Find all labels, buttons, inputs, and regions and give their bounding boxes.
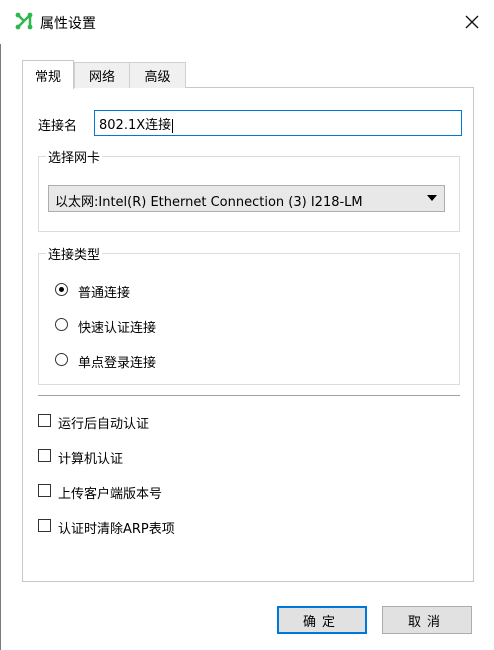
radio-dot (59, 287, 64, 292)
triangle-down-icon (427, 195, 437, 201)
nic-selected-value: 以太网:Intel(R) Ethernet Connection (3) I21… (55, 195, 363, 210)
properties-dialog: 属性设置 常规 网络 高级 连接名 802.1X连接 选择网卡 以太网:Inte… (0, 0, 494, 650)
checkbox-label: 上传客户端版本号 (58, 487, 163, 502)
connection-name-label: 连接名 (38, 119, 78, 134)
connection-name-value: 802.1X连接 (99, 118, 172, 133)
window-border (0, 44, 1, 650)
nic-group-title: 选择网卡 (46, 147, 103, 166)
radio-label: 普通连接 (78, 286, 131, 301)
ok-button-label: 确定 (302, 614, 341, 630)
separator-line (38, 395, 460, 396)
tab-network[interactable]: 网络 (74, 62, 130, 88)
network-nodes-icon (14, 12, 34, 30)
nic-select[interactable]: 以太网:Intel(R) Ethernet Connection (3) I21… (48, 185, 445, 212)
checkbox[interactable] (38, 449, 51, 462)
radio-label: 快速认证连接 (78, 321, 157, 336)
cancel-button-label: 取消 (407, 614, 446, 630)
checkbox[interactable] (38, 519, 51, 532)
cancel-button[interactable]: 取消 (382, 606, 472, 634)
radio-button[interactable] (55, 318, 68, 331)
ok-button[interactable]: 确定 (277, 606, 367, 634)
window-title: 属性设置 (40, 16, 96, 32)
checkbox-label: 运行后自动认证 (58, 417, 150, 432)
connection-type-title: 连接类型 (46, 244, 103, 263)
connection-name-input[interactable]: 802.1X连接 (94, 110, 462, 136)
title-bar: 属性设置 (0, 0, 494, 44)
close-button[interactable] (458, 8, 486, 36)
tab-advanced[interactable]: 高级 (129, 62, 186, 88)
radio-button[interactable] (55, 283, 68, 296)
tab-label: 高级 (144, 70, 171, 85)
tab-label: 网络 (88, 70, 115, 85)
close-icon (465, 10, 479, 34)
tab-label: 常规 (34, 69, 61, 85)
text-caret (172, 118, 174, 133)
checkbox-label: 认证时清除ARP表项 (58, 522, 175, 537)
checkbox[interactable] (38, 414, 51, 427)
checkbox-label: 计算机认证 (58, 452, 124, 467)
tab-general[interactable]: 常规 (22, 60, 74, 89)
checkbox[interactable] (38, 484, 51, 497)
radio-button[interactable] (55, 353, 68, 366)
radio-label: 单点登录连接 (78, 356, 157, 371)
